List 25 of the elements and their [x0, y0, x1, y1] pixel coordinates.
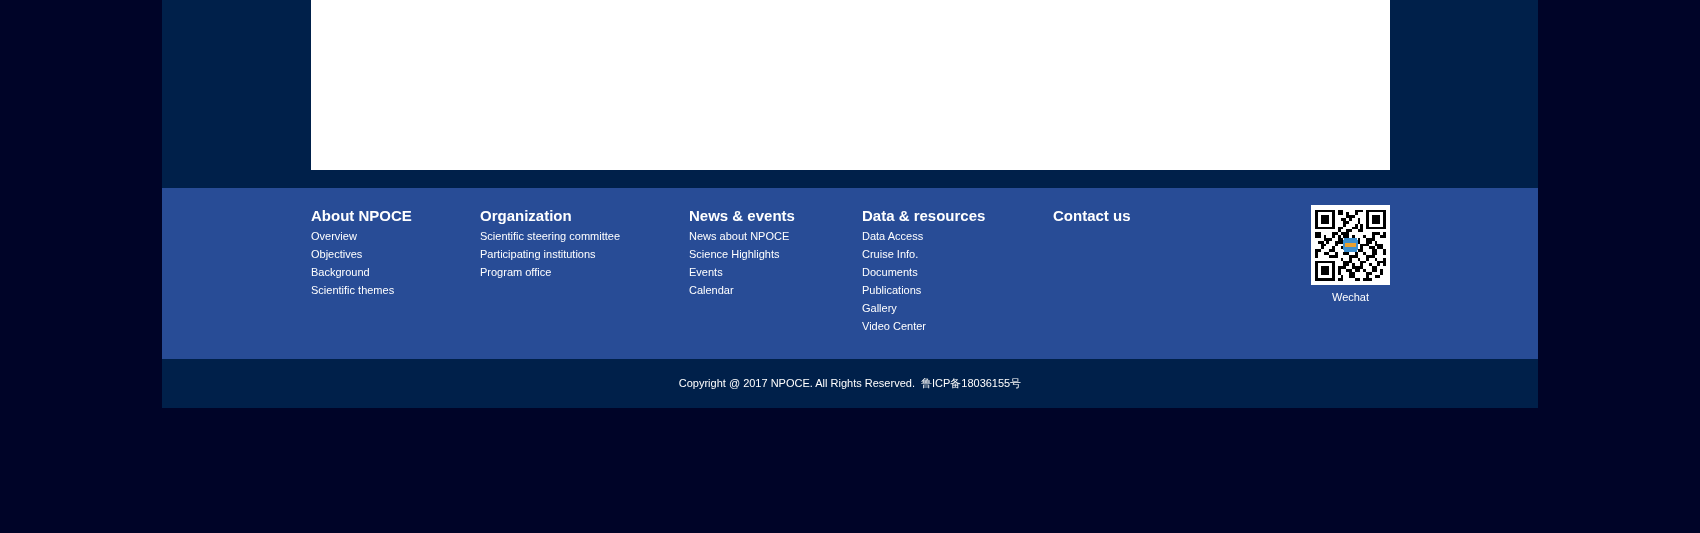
- footer-link[interactable]: Scientific steering committee: [480, 227, 689, 245]
- qr-caption: Wechat: [1331, 290, 1370, 305]
- footer-link[interactable]: Program office: [480, 263, 689, 281]
- footer-link[interactable]: Publications: [862, 281, 1053, 299]
- footer-link[interactable]: Events: [689, 263, 862, 281]
- footer-link[interactable]: Science Highlights: [689, 245, 862, 263]
- footer-link[interactable]: Participating institutions: [480, 245, 689, 263]
- column-heading: Organization: [480, 206, 573, 226]
- footer-link[interactable]: News about NPOCE: [689, 227, 862, 245]
- footer-link[interactable]: Scientific themes: [311, 281, 480, 299]
- column-heading: Data & resources: [862, 206, 987, 226]
- footer-link[interactable]: Background: [311, 263, 480, 281]
- footer-link[interactable]: Gallery: [862, 299, 1053, 317]
- footer-link[interactable]: Video Center: [862, 317, 1053, 335]
- footer-link[interactable]: Documents: [862, 263, 1053, 281]
- footer-link[interactable]: Objectives: [311, 245, 480, 263]
- column-heading: News & events: [689, 206, 796, 226]
- footer-link[interactable]: Cruise Info.: [862, 245, 1053, 263]
- footer-link[interactable]: Data Access: [862, 227, 1053, 245]
- icp-link[interactable]: 鲁ICP备18036155号: [920, 375, 1022, 392]
- copyright-text: Copyright @ 2017 NPOCE. All Rights Reserved.: [678, 376, 915, 392]
- column-heading: Contact us: [1053, 206, 1132, 226]
- footer-link[interactable]: Calendar: [689, 281, 862, 299]
- footer-link[interactable]: Overview: [311, 227, 480, 245]
- column-heading: About NPOCE: [311, 206, 413, 226]
